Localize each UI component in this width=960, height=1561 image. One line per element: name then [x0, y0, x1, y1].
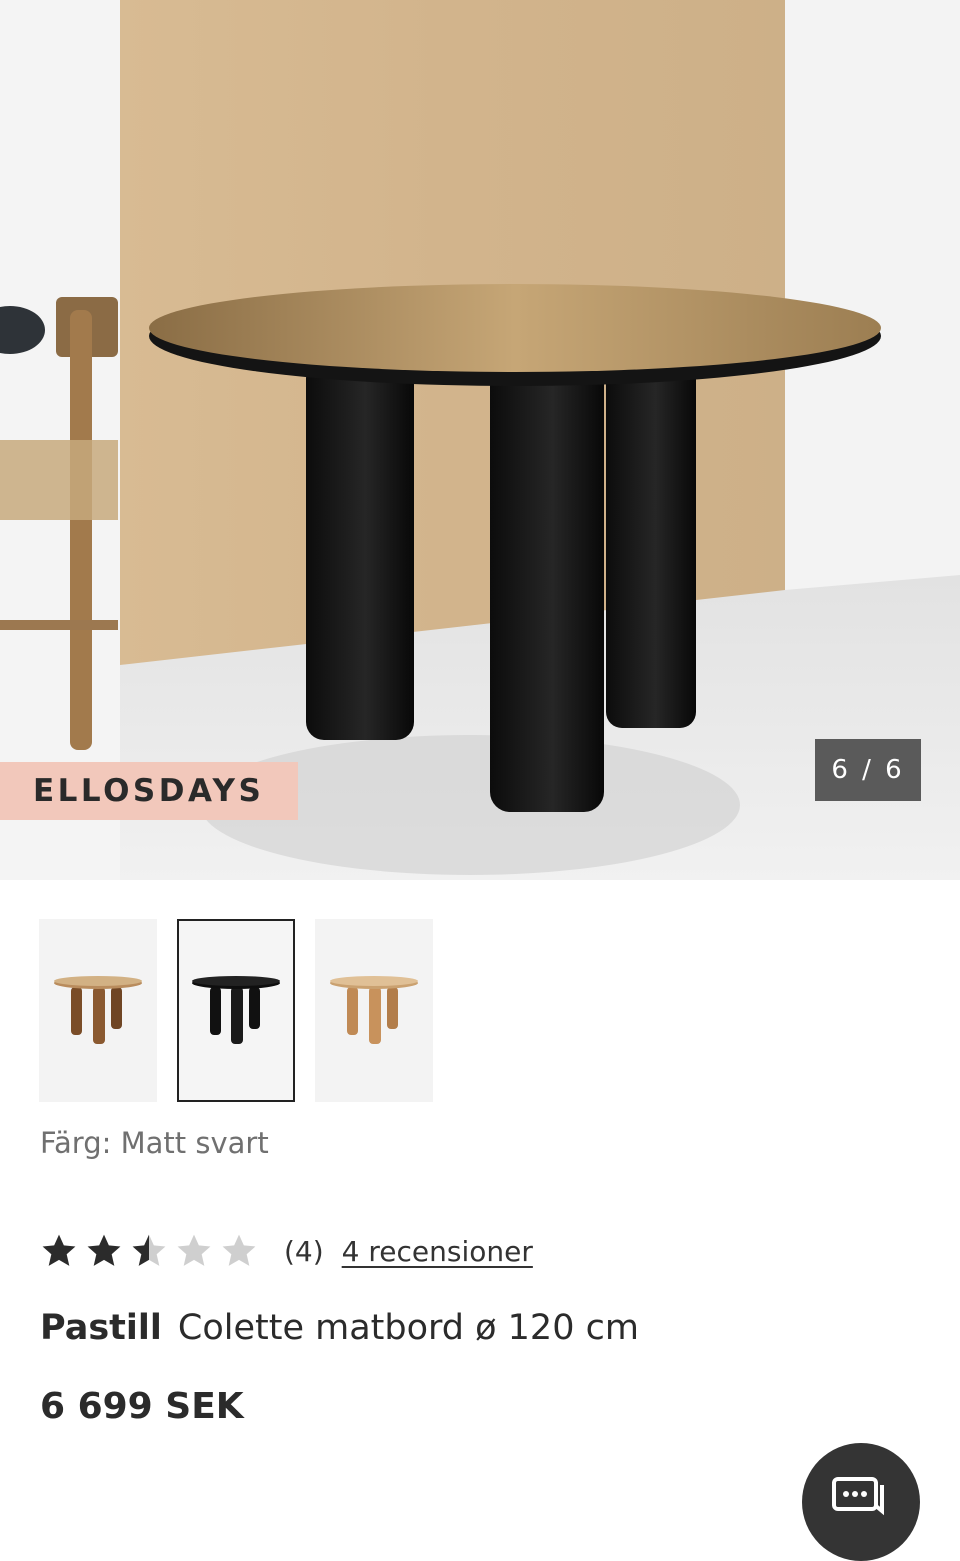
- chat-button[interactable]: [802, 1443, 920, 1561]
- product-hero-image[interactable]: ELLOSDAYS 6 / 6: [0, 0, 960, 880]
- rating-row: (4) 4 recensioner: [40, 1228, 533, 1274]
- star-half-icon: [132, 1234, 166, 1266]
- selected-color-label: Färg: Matt svart: [40, 1126, 269, 1160]
- star-icon: [42, 1234, 76, 1266]
- product-price: 6 699 SEK: [40, 1386, 244, 1427]
- review-count: (4): [284, 1234, 324, 1268]
- promo-badge: ELLOSDAYS: [0, 762, 298, 820]
- product-name: Colette matbord ø 120 cm: [177, 1308, 639, 1348]
- product-title: Pastill Colette matbord ø 120 cm: [40, 1308, 639, 1348]
- thumbnail-black-selected[interactable]: [177, 919, 295, 1102]
- thumbnail-oak[interactable]: [39, 919, 157, 1102]
- star-empty-icon: [177, 1234, 211, 1266]
- star-rating: [40, 1233, 258, 1269]
- chat-icon: [832, 1477, 884, 1516]
- table-thumbnail-image: [330, 975, 418, 1044]
- brand-name[interactable]: Pastill: [40, 1308, 162, 1348]
- table-thumbnail-image: [54, 975, 142, 1044]
- thumbnail-natural[interactable]: [315, 919, 433, 1102]
- thumbnail-strip: [39, 919, 433, 1102]
- image-counter: 6 / 6: [815, 739, 921, 801]
- reviews-link[interactable]: 4 recensioner: [342, 1235, 533, 1268]
- star-icon: [87, 1234, 121, 1266]
- star-empty-icon: [222, 1234, 256, 1266]
- table-thumbnail-image: [192, 975, 280, 1044]
